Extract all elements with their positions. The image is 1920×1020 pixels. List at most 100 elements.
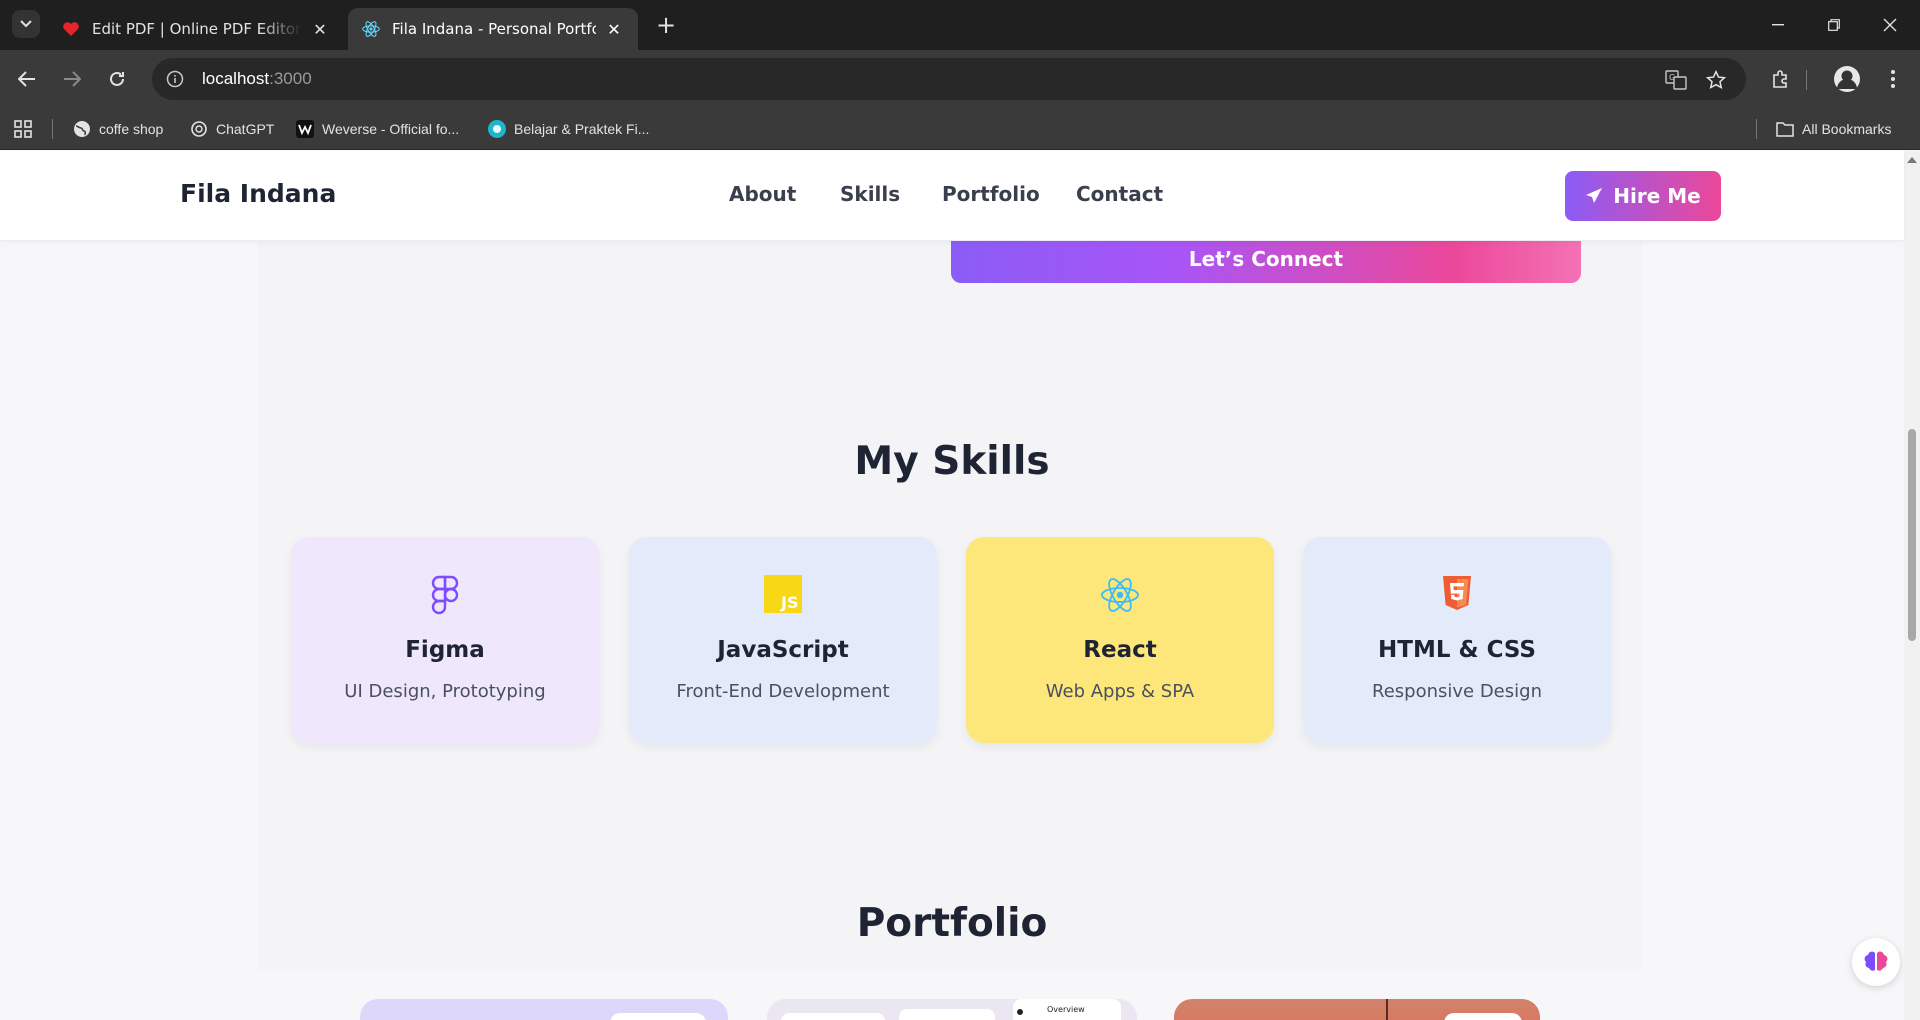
kebab-menu-icon	[1891, 70, 1895, 88]
brain-icon	[1864, 951, 1888, 971]
close-icon	[1883, 18, 1897, 32]
page-scrollbar[interactable]	[1904, 151, 1920, 1020]
bookmark-belajar[interactable]: Belajar & Praktek Fi...	[488, 118, 649, 140]
bookmark-label: coffe shop	[99, 121, 164, 137]
skills-title: My Skills	[854, 439, 1050, 484]
nav-link-contact[interactable]: Contact	[1076, 182, 1163, 206]
circle-logo-icon	[488, 120, 506, 138]
bookmark-star-icon[interactable]	[1704, 68, 1728, 92]
site-brand[interactable]: Fila Indana	[180, 179, 336, 208]
figma-icon	[291, 575, 599, 615]
bookmark-chatgpt[interactable]: ChatGPT	[190, 118, 274, 140]
back-button[interactable]	[12, 64, 42, 94]
tab-search-button[interactable]	[12, 10, 40, 38]
skill-name: Figma	[405, 637, 485, 663]
browser-menu-button[interactable]	[1878, 64, 1908, 94]
heart-pdf-icon	[62, 20, 80, 38]
portfolio-card-preview	[1444, 1013, 1522, 1020]
apps-grid-icon	[14, 120, 32, 138]
bookmark-coffe-shop[interactable]: coffe shop	[73, 118, 163, 140]
bookmark-weverse[interactable]: Weverse - Official fo...	[296, 118, 459, 140]
tab-edit-pdf[interactable]: Edit PDF | Online PDF Editor and ✕	[48, 8, 344, 50]
skill-desc: Web Apps & SPA	[1045, 681, 1195, 702]
bookmarks-bar: coffe shop ChatGPT Weverse - Official fo…	[0, 108, 1920, 150]
skill-card-react: React Web Apps & SPA	[966, 537, 1274, 743]
skill-name: JavaScript	[717, 637, 849, 663]
toolbar-divider	[1806, 70, 1807, 90]
skill-desc: UI Design, Prototyping	[344, 681, 546, 702]
portfolio-card-decoration	[1386, 999, 1388, 1020]
skill-card-javascript: JS JavaScript Front-End Development	[629, 537, 937, 743]
minimize-icon	[1772, 24, 1784, 26]
html5-icon	[1303, 575, 1611, 615]
bookmarks-divider	[52, 119, 53, 139]
extensions-button[interactable]	[1766, 64, 1796, 94]
forward-button[interactable]	[57, 64, 87, 94]
bookmark-label: Weverse - Official fo...	[322, 121, 460, 137]
chevron-down-icon	[20, 20, 32, 28]
hire-me-button[interactable]: Hire Me	[1565, 171, 1721, 221]
url-text: localhost:3000	[202, 69, 312, 89]
portfolio-card-1[interactable]	[360, 999, 728, 1020]
portfolio-card-preview	[899, 1009, 995, 1020]
tab-portfolio[interactable]: Fila Indana - Personal Portfolio ✕	[348, 8, 638, 50]
tab-title: Fila Indana - Personal Portfolio	[392, 20, 596, 38]
restore-button[interactable]	[1806, 10, 1862, 40]
new-tab-button[interactable]: +	[652, 12, 680, 40]
reload-icon	[110, 71, 124, 86]
tab-title: Edit PDF | Online PDF Editor and	[92, 20, 302, 38]
browser-tab-bar: Edit PDF | Online PDF Editor and ✕ Fila …	[0, 0, 1920, 50]
browser-toolbar: localhost:3000 G	[0, 50, 1920, 108]
weverse-icon	[296, 120, 314, 138]
dot-icon	[1017, 1009, 1023, 1015]
url-host: localhost	[202, 69, 270, 88]
portfolio-card-3[interactable]	[1174, 999, 1540, 1020]
all-bookmarks-label: All Bookmarks	[1802, 121, 1892, 137]
portfolio-card-preview: Overview	[1013, 999, 1121, 1020]
svg-text:JS: JS	[780, 593, 798, 612]
apps-button[interactable]	[14, 118, 32, 140]
ai-assistant-button[interactable]	[1852, 938, 1900, 986]
close-window-button[interactable]	[1862, 10, 1918, 40]
skill-name: HTML & CSS	[1378, 637, 1536, 663]
arrow-left-icon	[18, 71, 35, 87]
page-viewport: Let’s Connect Fila Indana About Skills P…	[0, 151, 1920, 1020]
close-tab-icon[interactable]: ✕	[604, 19, 624, 39]
hire-me-label: Hire Me	[1613, 184, 1701, 208]
scroll-up-arrow-icon[interactable]	[1907, 157, 1917, 163]
nav-link-portfolio[interactable]: Portfolio	[942, 182, 1040, 206]
skill-card-figma: Figma UI Design, Prototyping	[291, 537, 599, 743]
restore-icon	[1828, 19, 1840, 31]
skill-desc: Front-End Development	[676, 681, 890, 702]
nav-link-about[interactable]: About	[729, 182, 796, 206]
globe-icon	[73, 120, 91, 138]
scrollbar-thumb[interactable]	[1908, 429, 1916, 641]
url-port: :3000	[269, 69, 312, 88]
react-icon	[362, 20, 380, 38]
profile-avatar[interactable]	[1832, 64, 1862, 94]
svg-text:G: G	[1669, 73, 1675, 82]
minimize-button[interactable]	[1750, 10, 1806, 40]
lets-connect-button[interactable]: Let’s Connect	[951, 235, 1581, 283]
portfolio-card-2[interactable]: Overview	[767, 999, 1137, 1020]
portfolio-card-preview	[781, 1013, 885, 1020]
address-bar[interactable]: localhost:3000 G	[152, 58, 1746, 100]
portfolio-title: Portfolio	[856, 901, 1048, 946]
folder-icon	[1776, 120, 1794, 138]
reload-button[interactable]	[102, 64, 132, 94]
bookmarks-divider	[1756, 119, 1757, 139]
bookmark-label: ChatGPT	[216, 121, 275, 137]
all-bookmarks-button[interactable]: All Bookmarks	[1776, 118, 1891, 140]
send-plane-icon	[1585, 187, 1603, 205]
skill-name: React	[1083, 637, 1157, 663]
portfolio-card-preview	[610, 1013, 706, 1020]
site-info-icon[interactable]	[166, 70, 184, 88]
bookmark-label: Belajar & Praktek Fi...	[514, 121, 650, 137]
arrow-right-icon	[64, 71, 81, 87]
react-icon	[966, 575, 1274, 615]
nav-link-skills[interactable]: Skills	[840, 182, 900, 206]
javascript-icon: JS	[629, 575, 937, 615]
chatgpt-icon	[190, 120, 208, 138]
translate-icon[interactable]: G	[1664, 68, 1688, 92]
close-tab-icon[interactable]: ✕	[310, 19, 330, 39]
